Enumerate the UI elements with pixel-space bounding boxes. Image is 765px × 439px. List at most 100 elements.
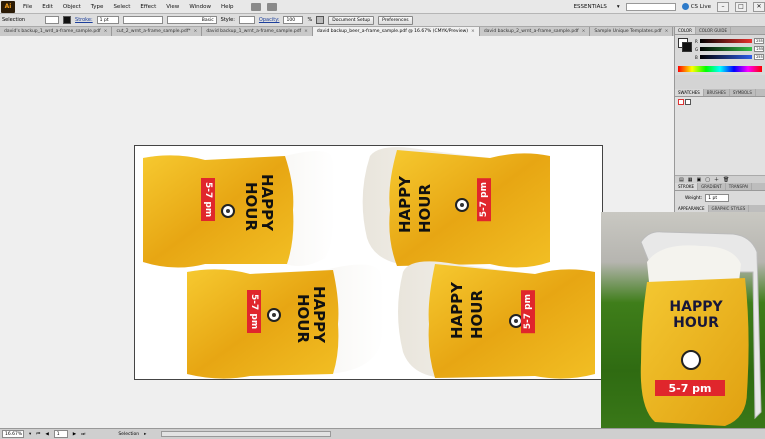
tab-swatches[interactable]: SWATCHES	[675, 89, 704, 96]
artboard[interactable]: HAPPY HOUR 5-7 pm HAPPY HOUR 5-7 pm HAPP…	[134, 145, 603, 380]
cup3-time-badge: 5-7 pm	[247, 290, 261, 334]
channel-value-field[interactable]: 255	[753, 54, 764, 60]
tab-symbols[interactable]: SYMBOLS	[730, 89, 756, 96]
close-tab-icon[interactable]: ×	[194, 29, 198, 34]
recolor-artwork-icon[interactable]	[316, 16, 325, 24]
next-artboard-icon[interactable]: ▶	[73, 432, 76, 437]
chevron-down-icon[interactable]: ▾	[29, 432, 31, 437]
swatch-libraries-icon[interactable]: ▤	[679, 177, 684, 183]
cup-artwork-4[interactable]	[398, 261, 595, 379]
menu-edit[interactable]: Edit	[37, 4, 58, 10]
document-setup-button[interactable]: Document Setup	[328, 15, 375, 25]
swatches-footer: ▤ ▦ ▣ ▢ ＋ 🗑	[675, 175, 765, 183]
channel-value-field[interactable]: 255	[753, 38, 764, 44]
fill-color-dropdown[interactable]	[45, 16, 60, 24]
graphic-style-dropdown[interactable]	[238, 16, 255, 24]
color-panel-tabs: COLOR COLOR GUIDE	[675, 27, 765, 35]
close-tab-icon[interactable]: ×	[665, 29, 669, 34]
horizontal-scrollbar[interactable]	[161, 431, 332, 437]
tab-appearance[interactable]: APPEARANCE	[675, 205, 709, 212]
menu-object[interactable]: Object	[58, 4, 86, 10]
stroke-weight-input[interactable]: 1 pt	[705, 194, 730, 202]
close-tab-icon[interactable]: ×	[104, 29, 108, 34]
maximize-button[interactable]: □	[735, 1, 747, 12]
channel-slider[interactable]	[699, 39, 752, 43]
app-bar-tools	[250, 2, 277, 11]
brush-definition-dropdown[interactable]: Basic	[166, 16, 217, 24]
menu-effect[interactable]: Effect	[135, 4, 161, 10]
swatch-options-icon[interactable]: ▣	[696, 177, 701, 183]
channel-label: B	[695, 54, 698, 60]
cup-artwork-1[interactable]	[143, 151, 337, 268]
menu-select[interactable]: Select	[108, 4, 135, 10]
cup4-happy-text: HAPPY	[448, 282, 466, 340]
tab-gradient[interactable]: GRADIENT	[698, 183, 726, 190]
tab-document[interactable]: Sample Unique Templates.pdf ×	[590, 27, 674, 36]
tab-document[interactable]: cut_2_wrnt_a-frame_sample.pdf* ×	[112, 27, 203, 36]
variable-width-dropdown[interactable]	[122, 16, 163, 24]
canvas-workspace[interactable]: HAPPY HOUR 5-7 pm HAPPY HOUR 5-7 pm HAPP…	[0, 36, 674, 428]
cs-live-button[interactable]: CS Live	[681, 3, 711, 10]
zoom-level-field[interactable]: 16.67%	[2, 430, 24, 438]
cup1-hour-text: HOUR	[242, 182, 260, 232]
registration-swatch[interactable]	[685, 99, 691, 105]
menu-file[interactable]: File	[18, 4, 37, 10]
tab-transparency[interactable]: TRANSPAI	[726, 183, 753, 190]
tab-brushes[interactable]: BRUSHES	[704, 89, 730, 96]
cup3-happy-text: HAPPY	[310, 286, 328, 344]
tab-document[interactable]: david's backup_1_wrd_a-frame_sample.pdf ×	[0, 27, 113, 36]
cup-artwork-3[interactable]	[187, 264, 385, 379]
preferences-button[interactable]: Preferences	[378, 15, 413, 25]
prev-artboard-icon[interactable]: ◀	[45, 432, 48, 437]
none-swatch[interactable]	[678, 99, 684, 105]
workspace-switcher[interactable]: ESSENTIALS	[570, 4, 611, 10]
tab-document[interactable]: david backup_1_wrnt_a-frame_sample.pdf ×	[202, 27, 313, 36]
tab-graphic-styles[interactable]: GRAPHIC STYLES	[709, 205, 750, 212]
tab-color-guide[interactable]: COLOR GUIDE	[696, 27, 732, 34]
cup3-hour-text: HOUR	[294, 294, 312, 344]
tab-label: david backup_1_wrnt_a-frame_sample.pdf	[206, 29, 302, 34]
last-artboard-icon[interactable]: ⏭	[81, 431, 85, 437]
channel-slider[interactable]	[699, 55, 752, 59]
tab-color[interactable]: COLOR	[675, 27, 696, 34]
close-tab-icon[interactable]: ×	[304, 29, 308, 34]
delete-swatch-icon[interactable]: 🗑	[723, 177, 729, 183]
new-color-group-icon[interactable]: ▢	[705, 177, 710, 183]
bridge-icon[interactable]	[250, 2, 261, 11]
new-swatch-icon[interactable]: ＋	[714, 176, 719, 183]
cup1-time-badge: 5-7 pm	[201, 178, 215, 222]
status-menu-icon[interactable]: ▸	[144, 432, 146, 437]
photo-brand-logo	[681, 350, 701, 370]
first-artboard-icon[interactable]: ⏮	[36, 431, 40, 437]
stroke-link[interactable]: Stroke:	[75, 17, 93, 23]
brush-label: Basic	[201, 17, 214, 23]
channel-slider[interactable]	[700, 47, 753, 51]
menu-help[interactable]: Help	[216, 4, 239, 10]
document-tab-bar: david's backup_1_wrd_a-frame_sample.pdf ×…	[0, 27, 674, 36]
tab-document[interactable]: david backup_beer_a-frame_sample.pdf @ 1…	[312, 27, 480, 36]
arrange-documents-icon[interactable]	[266, 2, 277, 11]
menu-type[interactable]: Type	[86, 4, 109, 10]
chevron-down-icon[interactable]: ▾	[617, 4, 620, 10]
show-kinds-icon[interactable]: ▦	[688, 177, 693, 183]
stroke-weight-field[interactable]: 1 pt	[96, 16, 119, 24]
tab-label: david backup_beer_a-frame_sample.pdf @ 1…	[316, 29, 469, 34]
close-tab-icon[interactable]: ×	[582, 29, 586, 34]
tab-document[interactable]: david backup_2_wrnt_a-frame_sample.pdf ×	[479, 27, 591, 36]
stroke-swatch[interactable]	[682, 42, 692, 52]
artboard-number-field[interactable]: 1	[53, 430, 68, 438]
menu-window[interactable]: Window	[184, 4, 216, 10]
opacity-field[interactable]: 100	[283, 16, 304, 24]
opacity-link[interactable]: Opacity:	[259, 17, 280, 23]
help-search-input[interactable]	[625, 2, 676, 11]
menu-view[interactable]: View	[161, 4, 184, 10]
channel-row: B 255	[693, 53, 765, 61]
stroke-color-swatch[interactable]	[63, 16, 72, 24]
rgb-sliders: R 255 G 255 B 255	[693, 37, 765, 61]
channel-value-field[interactable]: 255	[754, 46, 765, 52]
close-button[interactable]: ✕	[753, 1, 765, 12]
minimize-button[interactable]: –	[717, 1, 729, 12]
close-tab-icon[interactable]: ×	[471, 29, 475, 34]
color-spectrum-bar[interactable]	[678, 66, 762, 72]
tab-stroke[interactable]: STROKE	[675, 183, 699, 190]
